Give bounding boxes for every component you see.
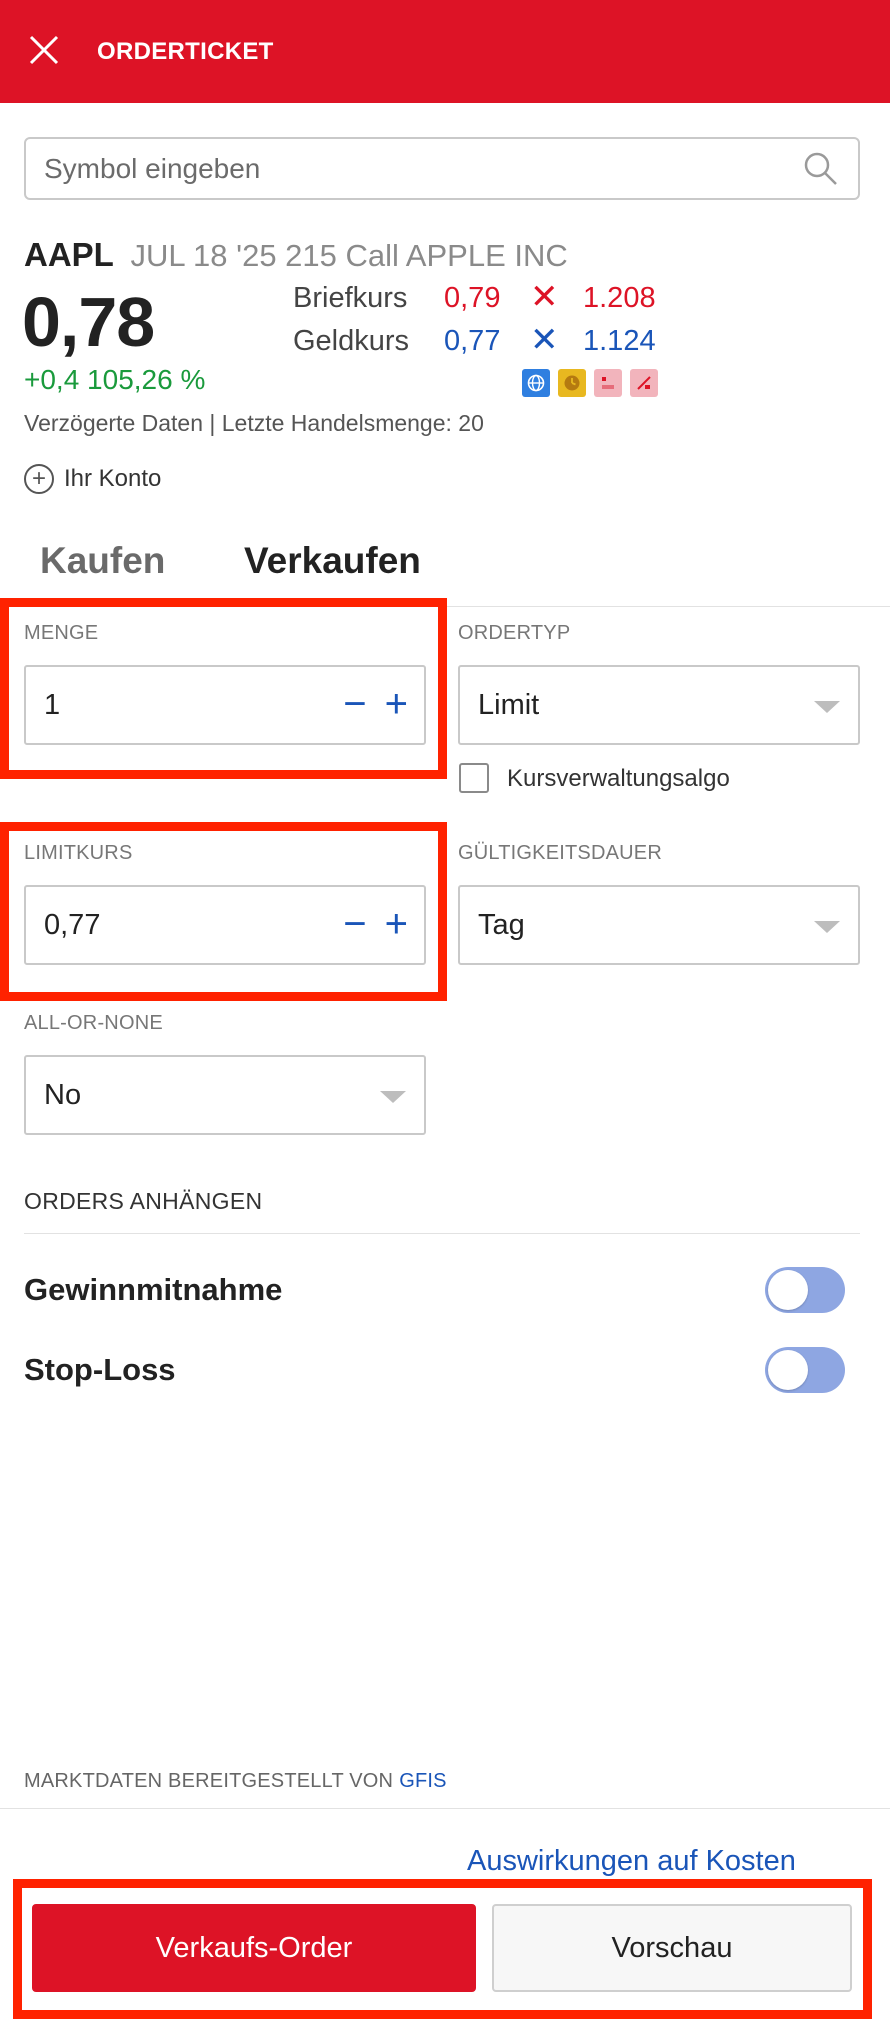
- market-data-text: MARKTDATEN BEREITGESTELLT VON: [24, 1770, 394, 1792]
- toggle-knob: [768, 1270, 808, 1310]
- highlight-action-buttons: [13, 1879, 872, 2019]
- bid-separator-icon: ✕: [530, 321, 559, 359]
- account-toggle[interactable]: + Ihr Konto: [24, 464, 161, 494]
- take-profit-toggle[interactable]: [765, 1267, 845, 1313]
- all-or-none-select[interactable]: No: [24, 1055, 426, 1135]
- symbol-search[interactable]: [24, 137, 860, 200]
- algo-checkbox[interactable]: [459, 763, 489, 793]
- account-label: Ihr Konto: [64, 465, 162, 492]
- ask-size: 1.208: [583, 282, 656, 314]
- time-in-force-select[interactable]: Tag: [458, 885, 860, 965]
- ask-label: Briefkurs: [293, 282, 408, 314]
- bid-label: Geldkurs: [293, 325, 410, 357]
- cost-impact-link[interactable]: Auswirkungen auf Kosten: [467, 1845, 796, 1878]
- stop-loss-toggle[interactable]: [765, 1347, 845, 1393]
- stop-loss-label: Stop-Loss: [24, 1352, 176, 1387]
- tab-sell[interactable]: Verkaufen: [244, 540, 421, 582]
- close-icon: [29, 35, 59, 65]
- highlight-limit-price: [0, 822, 447, 1001]
- order-type-select[interactable]: Limit: [458, 665, 860, 745]
- algo-checkbox-label: Kursverwaltungsalgo: [507, 765, 730, 792]
- toggle-knob: [768, 1350, 808, 1390]
- status-icons: [522, 369, 658, 397]
- footer-divider: [0, 1808, 890, 1809]
- plus-circle-icon: +: [24, 464, 54, 494]
- price-change: +0,4 105,26 %: [24, 364, 206, 395]
- clock-icon[interactable]: [558, 369, 586, 397]
- order-type-value: Limit: [478, 688, 540, 721]
- tab-buy[interactable]: Kaufen: [40, 540, 165, 582]
- search-icon[interactable]: [802, 150, 840, 188]
- all-or-none-value: No: [44, 1078, 82, 1111]
- last-price: 0,78: [22, 283, 155, 361]
- delayed-data-info: Verzögerte Daten | Letzte Handelsmenge: …: [24, 410, 484, 436]
- instrument-ticker: AAPL: [24, 236, 114, 273]
- close-button[interactable]: [24, 30, 64, 70]
- globe-icon[interactable]: [522, 369, 550, 397]
- chart-icon[interactable]: [594, 369, 622, 397]
- instrument-header: AAPL JUL 18 '25 215 Call APPLE INC: [24, 236, 568, 274]
- time-in-force-value: Tag: [478, 908, 525, 941]
- order-type-label: ORDERTYP: [458, 622, 571, 644]
- market-data-provider-link[interactable]: GFIS: [399, 1770, 446, 1792]
- instrument-description: JUL 18 '25 215 Call APPLE INC: [130, 238, 568, 273]
- attach-orders-heading: ORDERS ANHÄNGEN: [24, 1188, 263, 1214]
- highlight-quantity: [0, 598, 447, 779]
- market-data-attribution: MARKTDATEN BEREITGESTELLT VON GFIS: [24, 1770, 447, 1793]
- symbol-search-input[interactable]: [44, 152, 802, 185]
- chevron-down-icon: [814, 701, 840, 713]
- buy-sell-tabs: Kaufen Verkaufen: [0, 530, 890, 607]
- all-or-none-label: ALL-OR-NONE: [24, 1012, 163, 1034]
- page-title: ORDERTICKET: [97, 38, 274, 65]
- ask-separator-icon: ✕: [530, 278, 559, 316]
- chevron-down-icon: [814, 921, 840, 933]
- bid-price: 0,77: [444, 325, 501, 357]
- header-bar: ORDERTICKET: [0, 0, 890, 103]
- take-profit-label: Gewinnmitnahme: [24, 1272, 283, 1307]
- bid-size: 1.124: [583, 325, 656, 357]
- section-divider: [24, 1233, 860, 1234]
- time-in-force-label: GÜLTIGKEITSDAUER: [458, 842, 662, 864]
- ask-price: 0,79: [444, 282, 501, 314]
- trend-icon[interactable]: [630, 369, 658, 397]
- chevron-down-icon: [380, 1091, 406, 1103]
